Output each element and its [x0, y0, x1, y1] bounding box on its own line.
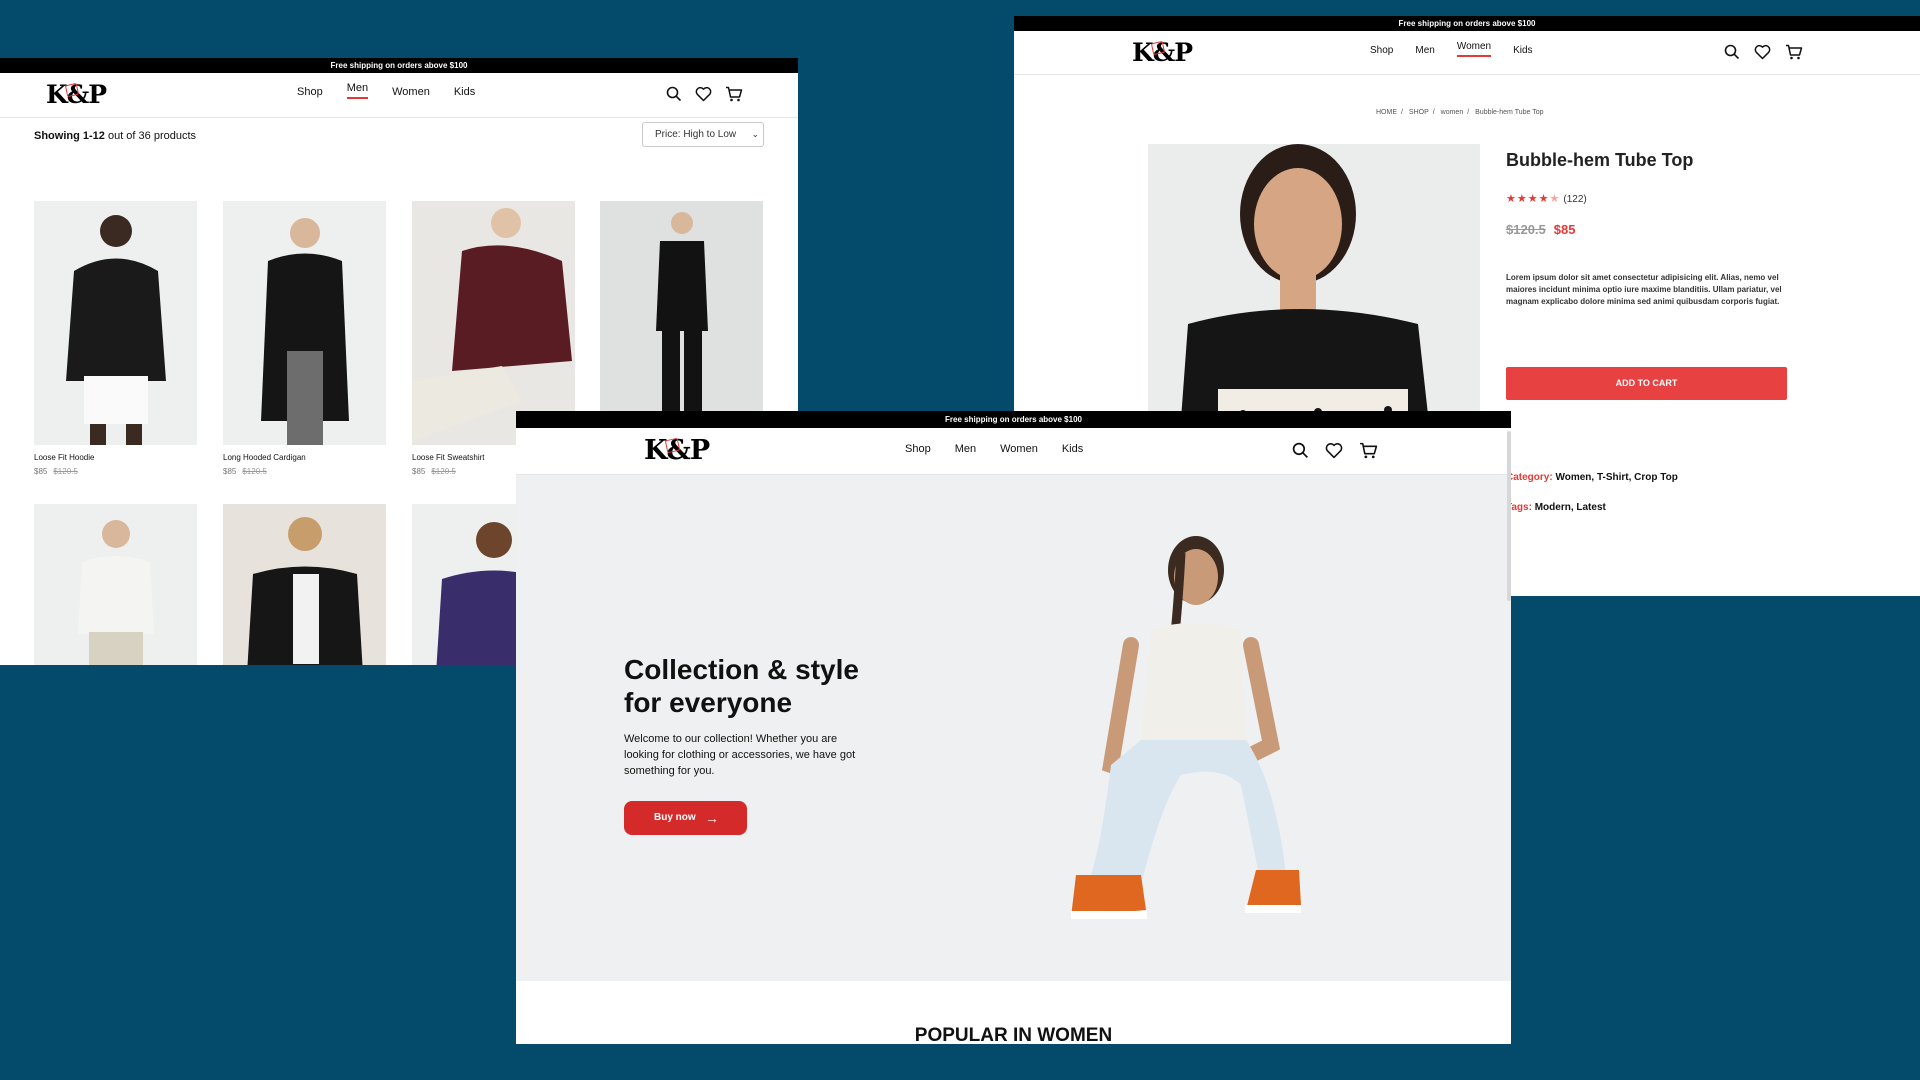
- nav-men[interactable]: Men: [955, 443, 976, 455]
- star-empty-icon: ★: [1549, 193, 1561, 205]
- breadcrumb-current: Bubble-hem Tube Top: [1475, 109, 1544, 116]
- current-price: $85: [1553, 222, 1576, 237]
- brand-logo[interactable]: K&P: [46, 80, 107, 109]
- chevron-down-icon: ⌄: [751, 129, 759, 139]
- header-icons: [1724, 44, 1803, 60]
- hero-model-image: [1071, 536, 1301, 919]
- main-nav: Shop Men Women Kids: [1370, 41, 1555, 57]
- breadcrumb: HOME / SHOP / women / Bubble-hem Tube Top: [1376, 109, 1544, 116]
- sort-select[interactable]: Price: High to Low ⌄: [642, 122, 764, 147]
- star-icon: ★: [1527, 193, 1539, 205]
- product-name[interactable]: Loose Fit Hoodie: [34, 453, 197, 462]
- heart-icon[interactable]: [1754, 44, 1771, 60]
- nav-shop[interactable]: Shop: [297, 86, 323, 98]
- results-count: Showing 1-12 out of 36 products: [34, 130, 197, 142]
- shipping-banner: Free shipping on orders above $100: [1014, 16, 1920, 31]
- product-image[interactable]: [223, 504, 386, 665]
- product-title: Bubble-hem Tube Top: [1506, 150, 1694, 170]
- old-price: $120.5: [1506, 222, 1546, 237]
- product-card[interactable]: [223, 504, 386, 665]
- arrow-right-icon: →: [705, 810, 719, 826]
- hero-title: Collection & style for everyone: [624, 654, 859, 718]
- product-tags: Tags: Modern, Latest: [1506, 502, 1606, 513]
- buy-now-button[interactable]: Buy now →: [624, 801, 747, 835]
- main-nav: Shop Men Women Kids: [297, 82, 499, 99]
- cart-icon[interactable]: [1359, 442, 1378, 459]
- product-image[interactable]: [223, 201, 386, 445]
- breadcrumb-home[interactable]: HOME: [1376, 109, 1397, 116]
- shipping-banner: Free shipping on orders above $100: [516, 411, 1511, 428]
- product-price: $85 $120.5: [34, 467, 78, 476]
- nav-shop[interactable]: Shop: [905, 443, 931, 455]
- header-nav: K&P Shop Men Women Kids: [1014, 31, 1920, 75]
- nav-kids[interactable]: Kids: [1062, 443, 1083, 455]
- product-card[interactable]: Long Hooded Cardigan $85 $120.5: [223, 201, 386, 476]
- product-image[interactable]: [34, 201, 197, 445]
- header-nav: K&P Shop Men Women Kids: [0, 73, 798, 118]
- search-icon[interactable]: [1292, 442, 1309, 459]
- product-image[interactable]: [600, 201, 763, 445]
- star-icon: ★: [1538, 193, 1550, 205]
- hero-text: Welcome to our collection! Whether you a…: [624, 733, 856, 777]
- product-image[interactable]: [34, 504, 197, 665]
- nav-women[interactable]: Women: [1456, 41, 1492, 57]
- home-window: Free shipping on orders above $100 K&P S…: [516, 411, 1511, 1044]
- product-price: $120.5 $85: [1506, 222, 1575, 237]
- brand-logo[interactable]: K&P: [1132, 38, 1193, 67]
- product-category: Category: Women, T-Shirt, Crop Top: [1506, 472, 1678, 483]
- rating-count[interactable]: (122): [1563, 194, 1586, 205]
- search-icon[interactable]: [1724, 44, 1740, 60]
- nav-men[interactable]: Men: [346, 82, 369, 99]
- search-icon[interactable]: [666, 86, 682, 102]
- add-to-cart-button[interactable]: ADD TO CART: [1506, 367, 1787, 400]
- nav-kids[interactable]: Kids: [454, 86, 475, 98]
- nav-shop[interactable]: Shop: [1370, 45, 1393, 56]
- header-nav: K&P Shop Men Women Kids: [516, 428, 1511, 475]
- nav-kids[interactable]: Kids: [1513, 45, 1532, 56]
- product-image[interactable]: [412, 201, 575, 445]
- shopping-bag-icon: [64, 82, 80, 98]
- rating: ★★★★★ (122): [1506, 192, 1587, 205]
- product-price: $85 $120.5: [223, 467, 267, 476]
- breadcrumb-shop[interactable]: SHOP: [1409, 109, 1429, 116]
- shipping-banner: Free shipping on orders above $100: [0, 58, 798, 73]
- nav-women[interactable]: Women: [392, 86, 430, 98]
- cart-icon[interactable]: [1785, 44, 1803, 60]
- product-card[interactable]: [34, 504, 197, 665]
- hero-banner: Collection & style for everyone Welcome t…: [516, 475, 1511, 981]
- header-icons: [666, 86, 743, 102]
- star-icon: ★: [1506, 193, 1517, 205]
- product-name[interactable]: Long Hooded Cardigan: [223, 453, 386, 462]
- product-card[interactable]: [600, 201, 763, 445]
- cart-icon[interactable]: [725, 86, 743, 102]
- nav-women[interactable]: Women: [1000, 443, 1038, 455]
- heart-icon[interactable]: [1325, 442, 1343, 459]
- brand-logo[interactable]: K&P: [644, 435, 710, 466]
- header-icons: [1292, 442, 1378, 459]
- product-card[interactable]: Loose Fit Hoodie $85 $120.5: [34, 201, 197, 476]
- heart-icon[interactable]: [695, 86, 712, 102]
- section-title: POPULAR IN WOMEN: [914, 1025, 1113, 1044]
- breadcrumb-women[interactable]: women: [1441, 109, 1464, 116]
- scrollbar[interactable]: [1507, 431, 1511, 601]
- main-nav: Shop Men Women Kids: [905, 443, 1107, 455]
- shopping-bag-icon: [1150, 40, 1166, 56]
- star-icon: ★: [1516, 193, 1528, 205]
- shopping-bag-icon: [664, 437, 681, 454]
- nav-men[interactable]: Men: [1415, 45, 1434, 56]
- product-description: Lorem ipsum dolor sit amet consectetur a…: [1506, 273, 1782, 306]
